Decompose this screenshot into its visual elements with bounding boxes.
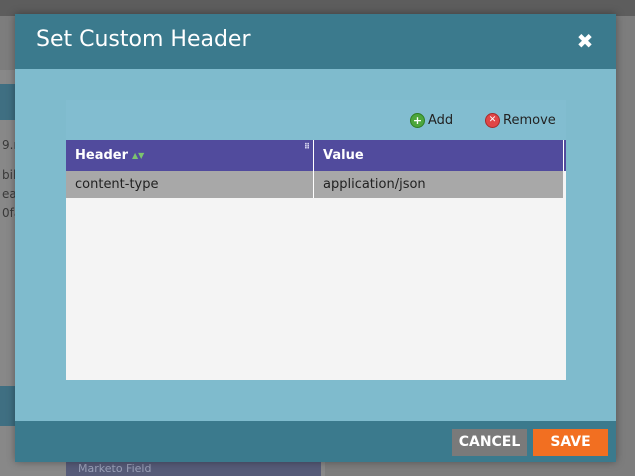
plus-circle-icon: + — [410, 112, 425, 128]
x-circle-icon: ✕ — [485, 112, 500, 128]
table-row[interactable]: content-type application/json — [66, 171, 563, 198]
column-header-label: Value — [323, 148, 364, 163]
column-header-header[interactable]: Header ▲▼ ⠿ — [66, 140, 314, 171]
column-header-value[interactable]: Value — [314, 140, 564, 171]
dialog-footer: CANCEL SAVE — [15, 421, 616, 462]
add-button-label: Add — [428, 112, 454, 128]
background-panel-header — [0, 84, 15, 120]
table-cell-header[interactable]: content-type — [66, 171, 314, 198]
header-grid: + Add ✕ Remove Header ▲▼ ⠿ Value content-… — [66, 100, 566, 380]
cancel-button[interactable]: CANCEL — [452, 429, 527, 456]
background-field-box: Marketo Field — [66, 462, 321, 476]
save-button[interactable]: SAVE — [533, 429, 608, 456]
sort-icon: ▲▼ — [132, 151, 145, 160]
table-cell-value[interactable]: application/json — [314, 171, 563, 198]
column-resize-handle[interactable]: ⠿ — [304, 143, 312, 151]
dialog-header: Set Custom Header ✖ — [15, 14, 616, 69]
column-header-label: Header — [75, 148, 129, 163]
add-button[interactable]: + Add — [410, 112, 453, 128]
dialog-title: Set Custom Header — [36, 27, 251, 52]
custom-header-dialog: Set Custom Header ✖ + Add ✕ Remove Heade… — [15, 14, 616, 462]
background-panel-header-lower — [0, 386, 15, 426]
close-icon[interactable]: ✖ — [574, 30, 596, 52]
remove-button[interactable]: ✕ Remove — [485, 112, 556, 128]
grid-toolbar: + Add ✕ Remove — [66, 100, 566, 140]
grid-column-headers: Header ▲▼ ⠿ Value — [66, 140, 566, 171]
remove-button-label: Remove — [503, 112, 556, 128]
